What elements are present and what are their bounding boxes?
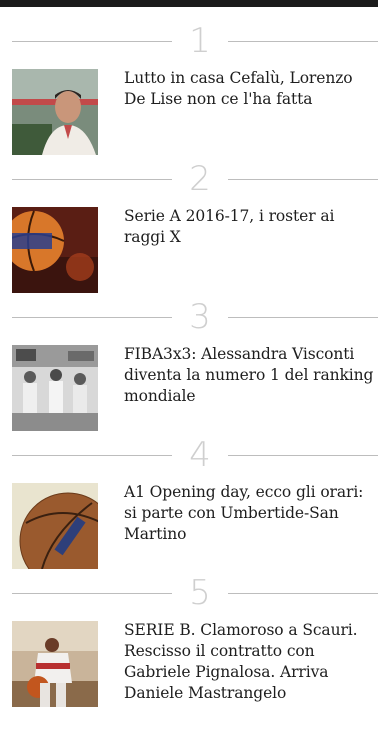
divider-line: [228, 317, 378, 318]
list-item[interactable]: Lutto in casa Cefalù, Lorenzo De Lise no…: [0, 58, 378, 160]
article-title[interactable]: Serie A 2016-17, i roster ai raggi X: [124, 206, 378, 248]
team-photo-icon: [12, 345, 98, 431]
rank-divider: 5: [0, 573, 378, 613]
article-title[interactable]: Lutto in casa Cefalù, Lorenzo De Lise no…: [124, 68, 378, 110]
divider-line: [12, 317, 172, 318]
list-item[interactable]: SERIE B. Clamoroso a Scauri. Rescisso il…: [0, 610, 378, 712]
rank-number: 3: [189, 297, 211, 337]
divider-line: [228, 593, 378, 594]
article-title[interactable]: SERIE B. Clamoroso a Scauri. Rescisso il…: [124, 620, 378, 704]
rank-divider: 2: [0, 159, 378, 199]
article-thumbnail[interactable]: [12, 69, 98, 155]
rank-number: 5: [189, 573, 211, 613]
player-dribbling-photo-icon: [12, 621, 98, 707]
list-item[interactable]: Serie A 2016-17, i roster ai raggi X: [0, 196, 378, 298]
wilson-ball-photo-icon: [12, 483, 98, 569]
article-thumbnail[interactable]: [12, 207, 98, 293]
divider-line: [12, 179, 172, 180]
divider-line: [228, 41, 378, 42]
divider-line: [228, 179, 378, 180]
most-read-list: 1 Lutto in casa Cefalù, Lorenzo De Lise …: [0, 22, 378, 712]
article-thumbnail[interactable]: [12, 483, 98, 569]
list-item[interactable]: FIBA3x3: Alessandra Visconti diventa la …: [0, 334, 378, 436]
divider-line: [12, 455, 172, 456]
article-title[interactable]: FIBA3x3: Alessandra Visconti diventa la …: [124, 344, 378, 407]
list-item[interactable]: A1 Opening day, ecco gli orari: si parte…: [0, 472, 378, 574]
rank-divider: 3: [0, 297, 378, 337]
player-portrait-photo-icon: [12, 69, 98, 155]
rank-divider: 4: [0, 435, 378, 475]
divider-line: [12, 593, 172, 594]
article-title[interactable]: A1 Opening day, ecco gli orari: si parte…: [124, 482, 378, 545]
rank-number: 2: [189, 159, 211, 199]
rank-number: 1: [189, 21, 211, 61]
divider-line: [228, 455, 378, 456]
basketball-logo-photo-icon: [12, 207, 98, 293]
rank-divider: 1: [0, 21, 378, 61]
article-thumbnail[interactable]: [12, 345, 98, 431]
top-bar: [0, 0, 378, 7]
rank-number: 4: [189, 435, 211, 475]
article-thumbnail[interactable]: [12, 621, 98, 707]
divider-line: [12, 41, 172, 42]
